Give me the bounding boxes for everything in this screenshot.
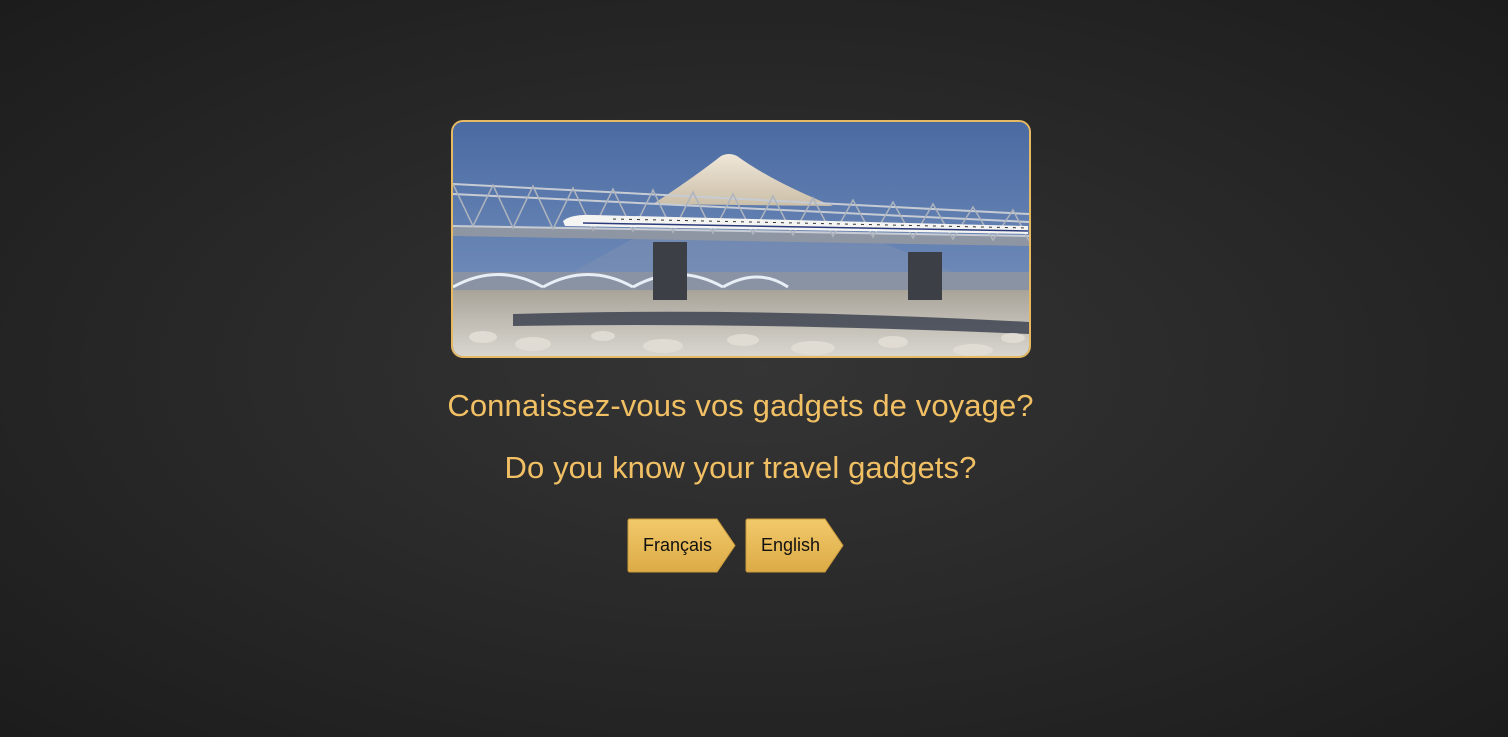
francais-button[interactable]: Français — [627, 518, 737, 573]
english-button[interactable]: English — [745, 518, 845, 573]
heading-english: Do you know your travel gadgets? — [504, 450, 977, 485]
english-label: English — [761, 535, 821, 555]
francais-label: Français — [643, 535, 713, 555]
hero-image — [451, 120, 1031, 358]
heading-french: Connaissez-vous vos gadgets de voyage? — [447, 388, 1034, 423]
